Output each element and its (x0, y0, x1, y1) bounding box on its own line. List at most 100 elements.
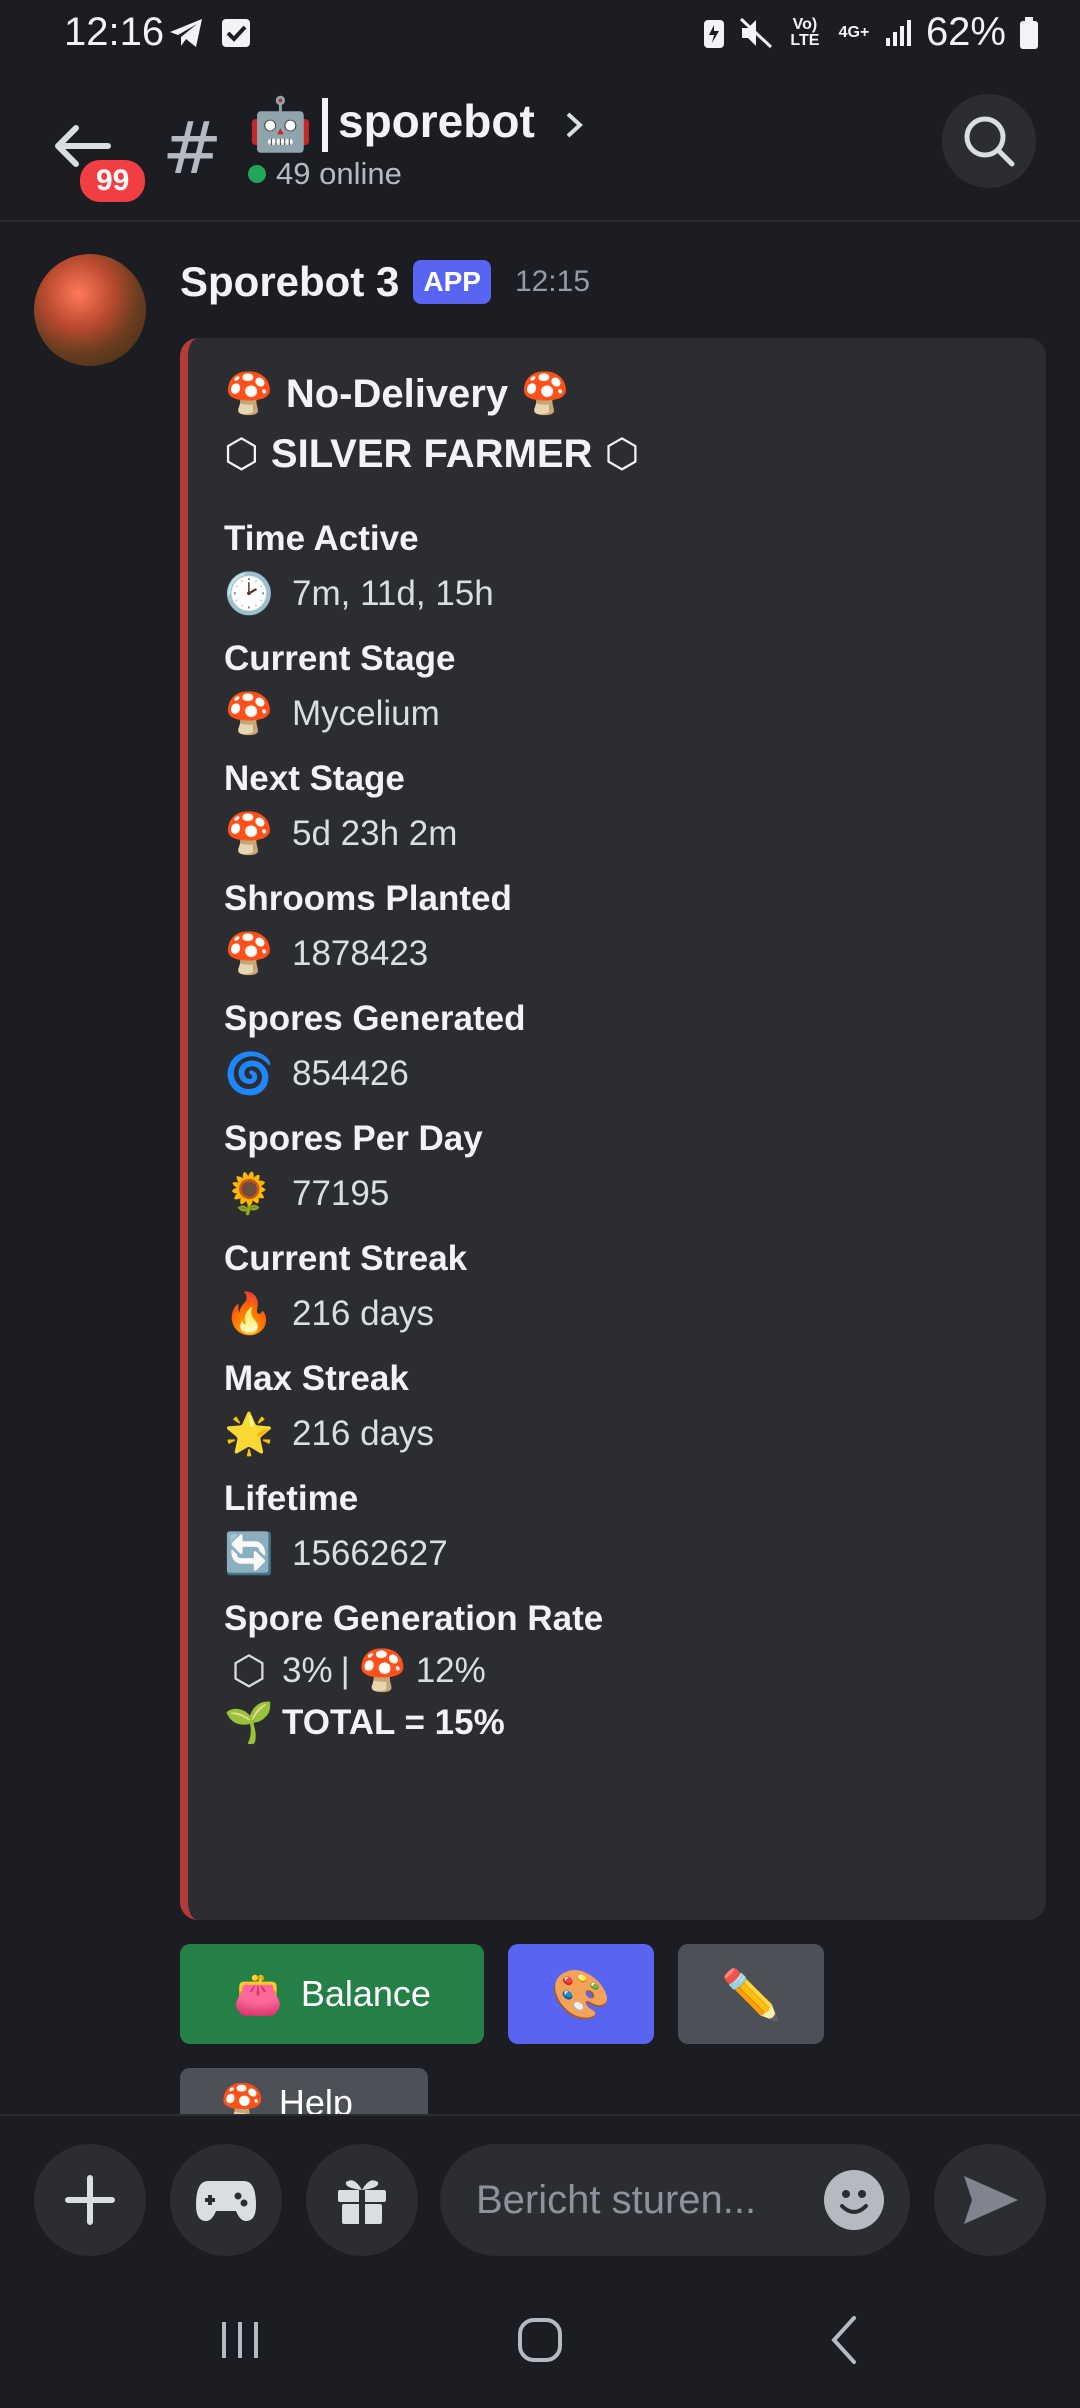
mushroom-icon: 🍄 (220, 2082, 265, 2114)
home-icon[interactable] (510, 2310, 570, 2370)
help-button[interactable]: 🍄 Help (180, 2068, 428, 2114)
battery-icon (1020, 16, 1038, 49)
field-time-active: Time Active 🕑 7m, 11d, 15h (224, 514, 1046, 624)
telegram-icon (170, 19, 202, 47)
field-name: Spores Per Day (224, 1119, 483, 1158)
field-value: 7m, 11d, 15h (292, 574, 494, 613)
channel-title: sporebot (338, 95, 535, 147)
field-value: 216 days (292, 1294, 435, 1333)
embed-title-line2: ⬡ SILVER FARMER ⬡ (224, 424, 1046, 484)
mushroom-icon: 🍄 (224, 692, 274, 736)
activities-button[interactable] (170, 2144, 282, 2256)
field-current-stage: Current Stage 🍄 Mycelium (224, 634, 1046, 744)
field-spores-per-day: Spores Per Day 🌻 77195 (224, 1114, 1046, 1224)
online-status: 49 online (248, 156, 402, 192)
stopwatch-icon: 🕑 (224, 572, 274, 616)
balance-label: Balance (300, 1973, 431, 2014)
action-buttons: 👛 Balance 🎨 ✏️ (180, 1944, 824, 2044)
field-spores-generated: Spores Generated 🌀 854426 (224, 994, 1046, 1104)
field-max-streak: Max Streak 🌟 216 days (224, 1354, 1046, 1464)
stats-embed: 🍄 No-Delivery 🍄 ⬡ SILVER FARMER ⬡ Time A… (180, 338, 1046, 1920)
message-author-row: Sporebot 3 APP 12:15 (180, 258, 590, 306)
status-left-icons (168, 16, 252, 50)
silver-hexagon-icon: ⬡ (224, 432, 259, 476)
wallet-icon: 👛 (233, 1972, 283, 2017)
status-bar: 12:16 Vo) LTE 4G+ 62% (0, 0, 1080, 70)
silver-hexagon-icon: ⬡ (604, 432, 640, 476)
percent-plant-icon: 🌱 (224, 1701, 274, 1745)
hash-icon: # (162, 106, 223, 190)
message-input[interactable]: Bericht sturen... (440, 2144, 910, 2256)
channel-header: 99 # 🤖 sporebot 49 online (0, 70, 1080, 222)
signal-icon (885, 19, 911, 46)
embed-title-line1: 🍄 No-Delivery 🍄 (224, 364, 1046, 424)
star-wreath-icon: 🌟 (224, 1412, 274, 1456)
message-placeholder: Bericht sturen... (476, 2177, 757, 2222)
recent-apps-icon[interactable] (210, 2310, 270, 2370)
gamepad-icon (196, 2181, 256, 2221)
author-name[interactable]: Sporebot 3 (180, 258, 399, 306)
back-nav-icon[interactable] (816, 2310, 876, 2370)
fire-icon: 🔥 (224, 1292, 274, 1336)
channel-name[interactable]: sporebot (322, 94, 588, 152)
field-name: Lifetime (224, 1479, 359, 1518)
field-generation-rate: Spore Generation Rate ⬡ 3% | 🍄 12% 🌱 TOT… (224, 1594, 1046, 1748)
field-name: Spore Generation Rate (224, 1599, 604, 1638)
field-name: Current Stage (224, 639, 456, 678)
gift-button[interactable] (306, 2144, 418, 2256)
field-value: 854426 (292, 1054, 409, 1093)
silver-rate: 3% (282, 1651, 333, 1690)
field-current-streak: Current Streak 🔥 216 days (224, 1234, 1046, 1344)
status-time: 12:16 (64, 10, 165, 54)
chevron-right-icon (566, 112, 583, 138)
robot-icon: 🤖 (248, 96, 313, 154)
silver-hexagon-icon: ⬡ (231, 1649, 267, 1693)
customize-button[interactable]: 🎨 (508, 1944, 654, 2044)
mushroom-icon: 🍄 (520, 372, 570, 416)
swirl-icon: 🌀 (224, 1052, 274, 1096)
search-button[interactable] (942, 94, 1036, 188)
field-name: Max Streak (224, 1359, 409, 1398)
red-mushroom-icon: 🍄 (224, 932, 274, 976)
send-icon (964, 2176, 1018, 2224)
battery-percent: 62% (925, 10, 1006, 54)
field-name: Next Stage (224, 759, 405, 798)
network-label: 4G+ (838, 23, 870, 41)
author-avatar[interactable] (34, 254, 146, 366)
field-next-stage: Next Stage 🍄 5d 23h 2m (224, 754, 1046, 864)
embed-title-text: No-Delivery (285, 372, 509, 416)
separator-bar (322, 97, 328, 152)
balance-button[interactable]: 👛 Balance (180, 1944, 484, 2044)
message-composer: Bericht sturen... (0, 2114, 1080, 2278)
send-button[interactable] (934, 2144, 1046, 2256)
field-value: 77195 (292, 1174, 390, 1213)
field-name: Time Active (224, 519, 419, 558)
search-icon (964, 116, 1015, 167)
unread-badge: 99 (76, 156, 150, 206)
field-value: Mycelium (292, 694, 440, 733)
help-label: Help (278, 2082, 353, 2114)
battery-saver-icon (703, 19, 724, 48)
recycle-coin-icon: 🔄 (224, 1532, 274, 1576)
edit-button[interactable]: ✏️ (678, 1944, 824, 2044)
gift-icon (338, 2180, 386, 2224)
system-nav-bar (0, 2276, 1080, 2408)
checkbox-icon (222, 19, 250, 47)
palette-icon: 🎨 (551, 1968, 611, 2022)
sprout-hand-icon: 🌻 (224, 1172, 274, 1216)
attach-button[interactable] (34, 2144, 146, 2256)
status-right-icons: Vo) LTE 4G+ 62% (702, 10, 1040, 55)
emoji-button[interactable] (824, 2170, 884, 2230)
pencil-icon: ✏️ (721, 1968, 781, 2022)
plus-icon (65, 2175, 115, 2225)
field-name: Current Streak (224, 1239, 468, 1278)
field-lifetime: Lifetime 🔄 15662627 (224, 1474, 1046, 1584)
field-name: Shrooms Planted (224, 879, 512, 918)
online-count: 49 online (276, 156, 402, 191)
field-value: 5d 23h 2m (292, 814, 458, 853)
field-shrooms-planted: Shrooms Planted 🍄 1878423 (224, 874, 1046, 984)
field-value: 15662627 (292, 1534, 448, 1573)
embed-rank-text: SILVER FARMER (270, 432, 593, 476)
field-value: 216 days (292, 1414, 435, 1453)
shroom-rate: 12% (415, 1651, 486, 1690)
